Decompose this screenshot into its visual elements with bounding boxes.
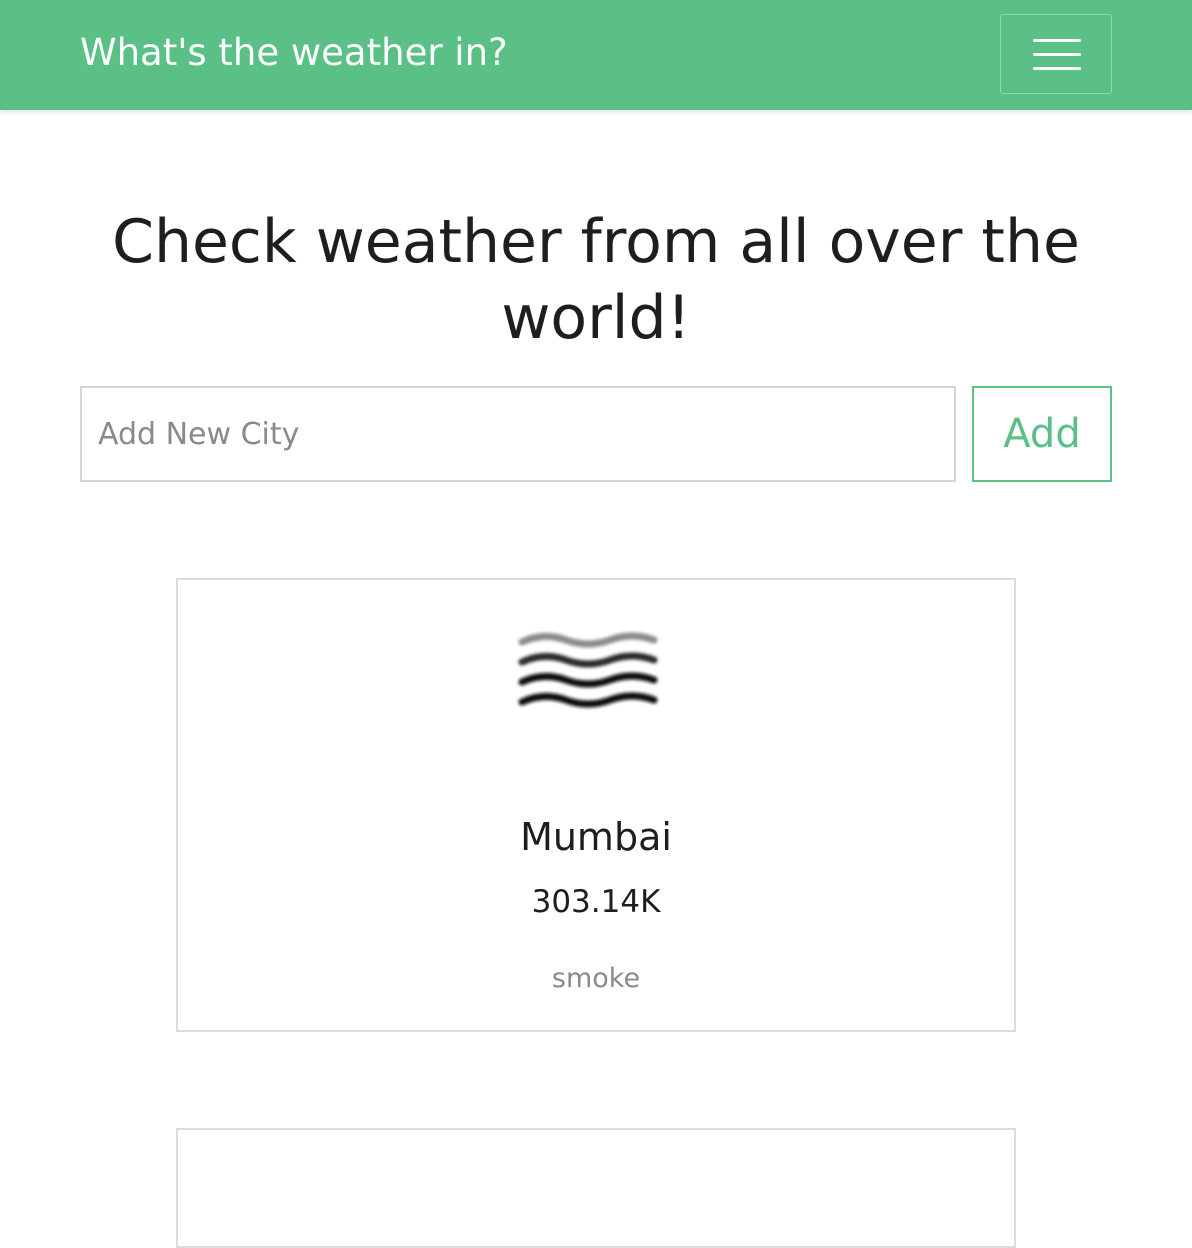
navbar: What's the weather in? <box>0 0 1192 110</box>
city-input[interactable] <box>80 386 956 482</box>
temperature: 303.14K <box>531 884 661 920</box>
menu-toggle-button[interactable] <box>1000 14 1112 94</box>
weather-card <box>176 1128 1016 1248</box>
weather-description: smoke <box>551 963 641 994</box>
add-city-button[interactable]: Add <box>972 386 1112 482</box>
smoke-icon <box>518 632 658 708</box>
city-name: Mumbai <box>520 815 672 859</box>
page-title: Check weather from all over the world! <box>112 207 1080 353</box>
navbar-brand[interactable]: What's the weather in? <box>80 26 508 80</box>
weather-card: Mumbai 303.14K smoke <box>176 578 1016 1032</box>
